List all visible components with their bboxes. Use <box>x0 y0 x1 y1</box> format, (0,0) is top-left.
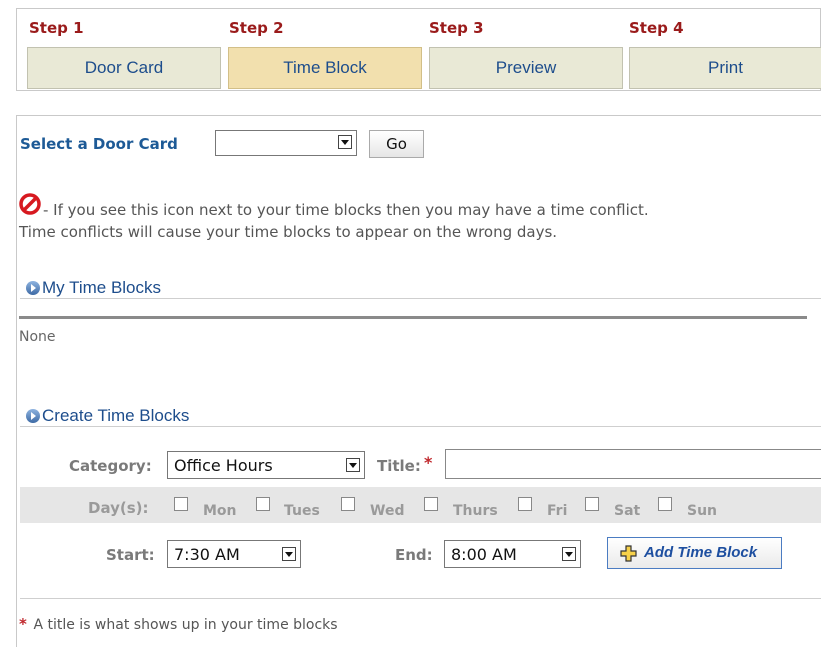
day-thurs-label: Thurs <box>453 503 498 519</box>
go-button[interactable]: Go <box>369 130 424 158</box>
category-select[interactable]: Office Hours <box>167 451 365 479</box>
footnote-mark: * <box>19 615 27 633</box>
no-entry-icon <box>19 193 41 215</box>
divider <box>20 598 821 599</box>
chevron-down-icon <box>562 547 576 561</box>
checkbox-tues[interactable] <box>256 497 270 511</box>
checkbox-mon[interactable] <box>174 497 188 511</box>
days-label: Day(s): <box>88 499 149 517</box>
door-card-select[interactable] <box>215 130 357 156</box>
checkbox-fri[interactable] <box>518 497 532 511</box>
add-time-block-button[interactable]: Add Time Block <box>607 537 782 569</box>
footnote-text: A title is what shows up in your time bl… <box>29 617 338 633</box>
steps-panel: Step 1 Step 2 Step 3 Step 4 Door Card Ti… <box>16 8 821 91</box>
end-label: End: <box>395 546 433 564</box>
required-mark: * <box>424 453 433 472</box>
title-label: Title: <box>377 457 421 475</box>
add-time-block-label: Add Time Block <box>644 544 758 561</box>
checkbox-thurs[interactable] <box>424 497 438 511</box>
step-3-number: Step 3 <box>429 19 484 37</box>
start-time-value: 7:30 AM <box>174 545 240 564</box>
divider <box>20 298 821 299</box>
day-fri-label: Fri <box>547 503 568 519</box>
step-4-number: Step 4 <box>629 19 684 37</box>
day-tues-label: Tues <box>284 503 320 519</box>
end-time-value: 8:00 AM <box>451 545 517 564</box>
conflict-note-line2: Time conflicts will cause your time bloc… <box>19 223 558 241</box>
step-door-card-button[interactable]: Door Card <box>27 47 221 89</box>
plus-icon <box>620 545 637 562</box>
chevron-down-icon <box>346 458 360 472</box>
conflict-note-line1: - If you see this icon next to your time… <box>43 201 649 219</box>
day-sat-label: Sat <box>614 503 641 519</box>
divider <box>19 316 807 319</box>
expand-arrow-icon[interactable] <box>26 281 40 295</box>
checkbox-wed[interactable] <box>341 497 355 511</box>
my-time-blocks-heading[interactable]: My Time Blocks <box>42 278 161 298</box>
start-label: Start: <box>106 546 155 564</box>
step-2-number: Step 2 <box>229 19 284 37</box>
empty-text: None <box>19 329 56 345</box>
title-input[interactable] <box>445 449 821 479</box>
day-wed-label: Wed <box>370 503 405 519</box>
checkbox-sat[interactable] <box>585 497 599 511</box>
category-label: Category: <box>69 457 152 475</box>
step-time-block-button[interactable]: Time Block <box>228 47 422 89</box>
day-mon-label: Mon <box>203 503 237 519</box>
step-preview-button[interactable]: Preview <box>429 47 623 89</box>
end-time-select[interactable]: 8:00 AM <box>444 540 581 568</box>
create-time-blocks-heading[interactable]: Create Time Blocks <box>42 406 189 426</box>
expand-arrow-icon[interactable] <box>26 409 40 423</box>
checkbox-sun[interactable] <box>658 497 672 511</box>
door-card-label: Select a Door Card <box>20 135 178 153</box>
step-1-number: Step 1 <box>29 19 84 37</box>
chevron-down-icon <box>338 135 352 149</box>
start-time-select[interactable]: 7:30 AM <box>167 540 301 568</box>
day-sun-label: Sun <box>687 503 718 519</box>
divider <box>20 426 821 427</box>
step-print-button[interactable]: Print <box>629 47 821 89</box>
chevron-down-icon <box>282 547 296 561</box>
category-select-value: Office Hours <box>174 456 273 475</box>
